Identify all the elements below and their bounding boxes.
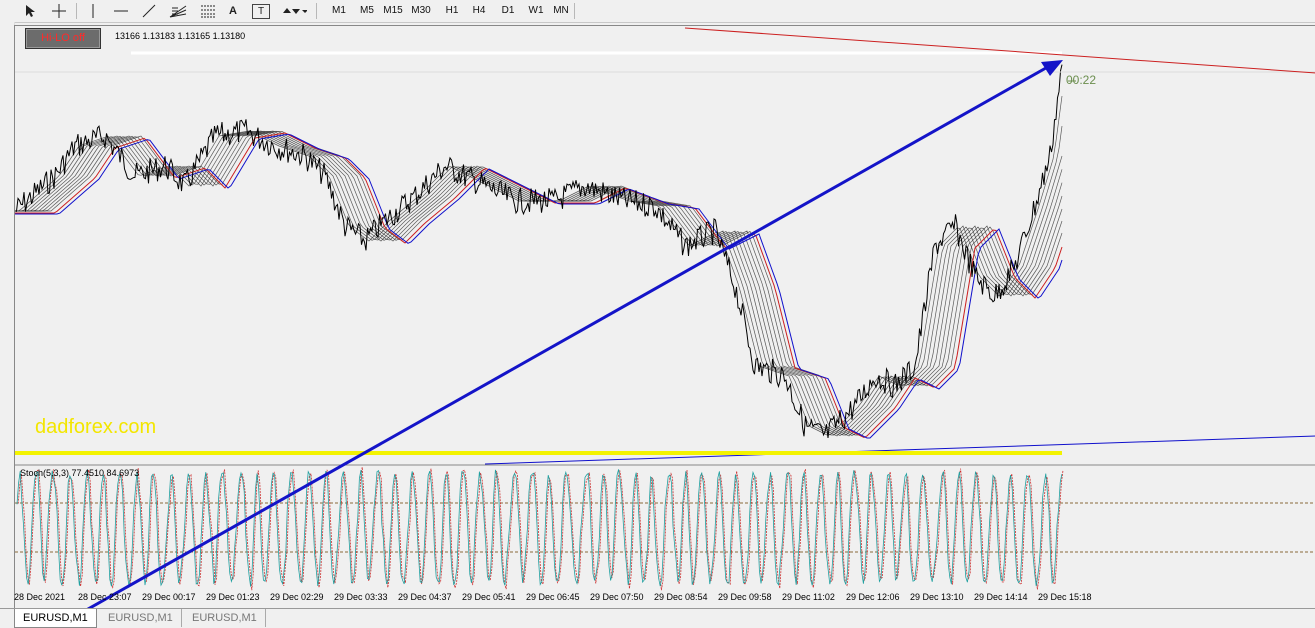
left-margin xyxy=(0,22,15,608)
bar-timer: 00:22 xyxy=(1066,73,1097,87)
time-axis: 28 Dec 2021 28 Dec 23:07 29 Dec 00:17 29 De… xyxy=(14,590,1315,606)
time-label: 29 Dec 03:33 xyxy=(334,592,388,602)
text-label-icon[interactable]: T xyxy=(252,4,270,19)
time-label: 29 Dec 08:54 xyxy=(654,592,708,602)
ma-line xyxy=(15,125,1063,436)
ma-red-line xyxy=(15,132,1063,439)
time-label: 29 Dec 02:29 xyxy=(270,592,324,602)
time-label: 29 Dec 14:14 xyxy=(974,592,1028,602)
fibonacci-fan-icon[interactable] xyxy=(168,2,188,20)
timeframe-h1[interactable]: H1 xyxy=(440,2,464,20)
time-label: 29 Dec 00:17 xyxy=(142,592,196,602)
ma-line xyxy=(15,130,1063,436)
timeframe-m5[interactable]: M5 xyxy=(355,2,379,20)
time-label: 29 Dec 11:02 xyxy=(782,592,835,602)
ma-line xyxy=(15,130,1063,437)
time-label: 28 Dec 2021 xyxy=(14,592,66,602)
timeframe-m1[interactable]: M1 xyxy=(327,2,351,20)
ohlc-readout: 13166 1.13183 1.13165 1.13180 xyxy=(115,31,246,41)
support-trendline xyxy=(484,435,1315,465)
ma-line xyxy=(15,130,1063,436)
crosshair-icon[interactable] xyxy=(50,2,68,20)
watermark-text: dadforex.com xyxy=(35,416,157,438)
timeframe-m30[interactable]: M30 xyxy=(409,2,433,20)
fibonacci-retracement-icon[interactable] xyxy=(198,2,218,20)
price-chart[interactable] xyxy=(15,26,1315,609)
timeframe-mn[interactable]: MN xyxy=(549,2,573,20)
stoch-signal-line xyxy=(17,467,1064,591)
ma-line xyxy=(15,130,1063,436)
trendline-icon[interactable] xyxy=(140,2,158,20)
timeframe-w1[interactable]: W1 xyxy=(524,2,548,20)
price-line xyxy=(15,64,1063,438)
chart-tabs: EURUSD,M1 EURUSD,M1 EURUSD,M1 xyxy=(0,608,1315,628)
stoch-main-line xyxy=(16,469,1063,587)
vertical-line-icon[interactable] xyxy=(86,2,100,20)
chart-window[interactable]: 13166 1.13183 1.13165 1.13180 Hi-LO off … xyxy=(14,25,1315,609)
toolbar: A T M1 M5 M15 M30 H1 H4 D1 W1 MN xyxy=(0,0,1315,23)
chart-tab[interactable]: EURUSD,M1 xyxy=(184,609,266,627)
text-icon[interactable]: A xyxy=(226,2,240,20)
hilo-toggle-button[interactable]: Hi-LO off xyxy=(25,28,101,49)
time-label: 29 Dec 07:50 xyxy=(590,592,644,602)
arrows-icon[interactable] xyxy=(280,2,308,20)
cursor-icon[interactable] xyxy=(22,2,38,20)
time-label: 29 Dec 01:23 xyxy=(206,592,260,602)
ma-line xyxy=(15,130,1063,437)
stochastic-label: Stoch(5,3,3) 77.4510 84.6973 xyxy=(20,468,140,478)
time-label: 29 Dec 09:58 xyxy=(718,592,772,602)
timeframe-d1[interactable]: D1 xyxy=(496,2,520,20)
chart-tab[interactable]: EURUSD,M1 xyxy=(100,609,182,627)
chart-tab[interactable]: EURUSD,M1 xyxy=(14,609,97,628)
time-label: 29 Dec 13:10 xyxy=(910,592,964,602)
time-label: 29 Dec 12:06 xyxy=(846,592,900,602)
ma-line xyxy=(15,130,1063,437)
time-label: 29 Dec 15:18 xyxy=(1038,592,1092,602)
time-label: 29 Dec 06:45 xyxy=(526,592,580,602)
time-label: 29 Dec 04:37 xyxy=(398,592,452,602)
resistance-trendline xyxy=(684,27,1315,74)
timeframe-h4[interactable]: H4 xyxy=(467,2,491,20)
time-label: 29 Dec 05:41 xyxy=(462,592,516,602)
timeframe-m15[interactable]: M15 xyxy=(381,2,405,20)
time-label: 28 Dec 23:07 xyxy=(78,592,132,602)
horizontal-line-icon[interactable] xyxy=(112,2,130,20)
ma-line xyxy=(15,130,1063,436)
